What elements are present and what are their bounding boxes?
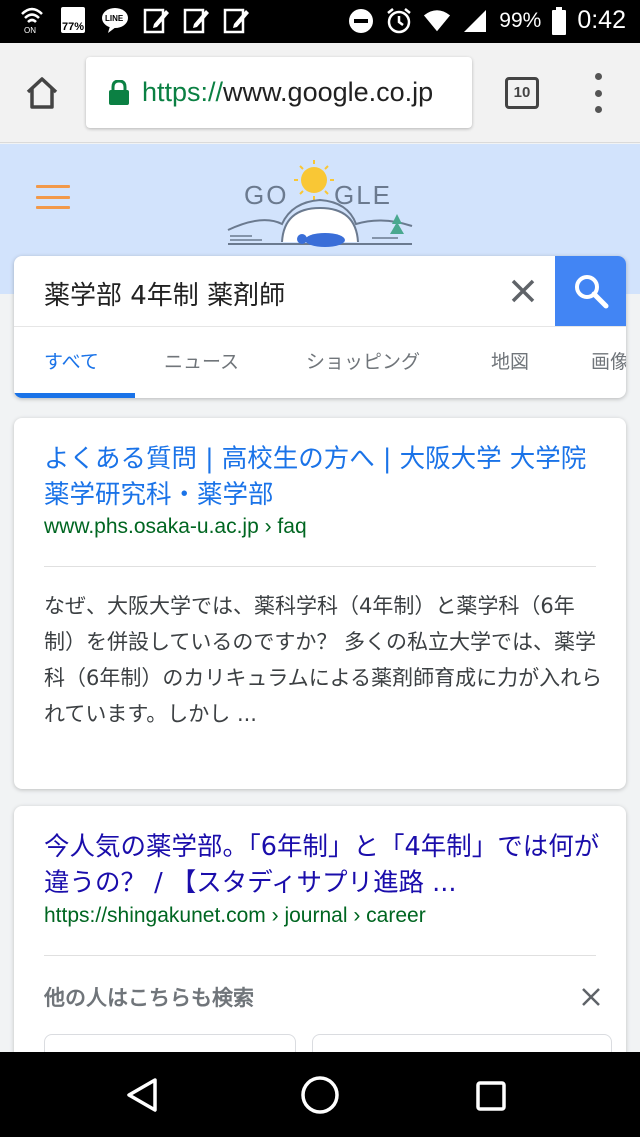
clock: 0:42	[577, 6, 626, 34]
divider	[14, 326, 626, 327]
status-bar: ON 77% LINE 99% 0:42	[0, 0, 640, 43]
edit-note-icon	[142, 6, 170, 34]
svg-text:LINE: LINE	[105, 14, 124, 23]
recent-apps-icon[interactable]	[476, 1081, 506, 1111]
dismiss-button[interactable]	[580, 986, 602, 1008]
tab-images[interactable]: 画像	[591, 347, 626, 374]
search-result-card: よくある質問 | 高校生の方へ | 大阪大学 大学院薬学研究科・薬学部 www.…	[14, 418, 626, 789]
result-snippet: なぜ、大阪大学では、薬科学科（4年制）と薬学科（6年制）を併設しているのですか？…	[44, 594, 603, 726]
search-icon	[574, 275, 608, 309]
search-box-card: 薬学部 4年制 薬剤師 すべて ニュース ショッピング 地図 画像	[14, 256, 626, 398]
lock-icon	[109, 79, 129, 105]
tab-switcher-button[interactable]: 10	[505, 77, 539, 109]
tab-shopping[interactable]: ショッピング	[306, 347, 420, 374]
signal-icon	[461, 7, 489, 35]
nfc-icon: ON	[18, 6, 46, 34]
wifi-icon	[423, 7, 451, 35]
overflow-menu-button[interactable]	[590, 73, 606, 113]
tab-maps[interactable]: 地図	[491, 347, 529, 374]
clear-search-button[interactable]	[508, 276, 538, 306]
home-circle-icon[interactable]	[300, 1075, 340, 1115]
line-app-icon: LINE	[100, 6, 130, 34]
url-host: www.google.co.jp	[223, 77, 434, 107]
home-button[interactable]	[22, 73, 62, 113]
edit-note-icon	[222, 6, 250, 34]
tab-news[interactable]: ニュース	[164, 347, 239, 374]
menu-icon[interactable]	[36, 185, 70, 209]
battery-percent: 99%	[499, 8, 542, 32]
result-title-link[interactable]: よくある質問 | 高校生の方へ | 大阪大学 大学院薬学研究科・薬学部	[44, 441, 604, 513]
svg-text:77%: 77%	[62, 21, 84, 33]
google-doodle[interactable]: GO GLE	[222, 152, 418, 252]
battery-saver-icon: 77%	[58, 6, 88, 34]
svg-text:ON: ON	[24, 26, 36, 34]
home-icon	[26, 77, 58, 109]
tab-all[interactable]: すべて	[44, 347, 99, 374]
close-icon	[511, 279, 535, 303]
url-text: https://www.google.co.jp	[142, 77, 433, 108]
people-also-search-heading: 他の人はこちらも検索	[44, 986, 254, 1010]
system-nav-bar	[0, 1052, 640, 1137]
back-icon[interactable]	[124, 1076, 160, 1114]
divider	[44, 566, 596, 567]
alarm-icon	[385, 7, 413, 35]
divider	[44, 955, 596, 956]
search-result-card: 今人気の薬学部。「6年制」と「4年制」では何が違うの？ / 【スタディサプリ進路…	[14, 806, 626, 1066]
url-scheme: https://	[142, 77, 224, 107]
result-title-link[interactable]: 今人気の薬学部。「6年制」と「4年制」では何が違うの？ / 【スタディサプリ進路…	[44, 829, 604, 901]
svg-text:GLE: GLE	[334, 180, 392, 210]
search-input[interactable]: 薬学部 4年制 薬剤師	[44, 275, 285, 312]
address-bar[interactable]: https://www.google.co.jp	[86, 57, 472, 128]
result-url[interactable]: www.phs.osaka-u.ac.jp › faq	[44, 515, 307, 539]
battery-icon	[551, 6, 567, 35]
edit-note-icon	[182, 6, 210, 34]
active-tab-indicator	[14, 393, 135, 398]
browser-toolbar: https://www.google.co.jp 10	[0, 43, 640, 143]
result-url[interactable]: https://shingakunet.com › journal › care…	[44, 904, 426, 928]
svg-text:GO: GO	[244, 180, 288, 210]
search-button[interactable]	[555, 256, 626, 326]
close-icon	[582, 988, 600, 1006]
do-not-disturb-icon	[347, 7, 375, 35]
